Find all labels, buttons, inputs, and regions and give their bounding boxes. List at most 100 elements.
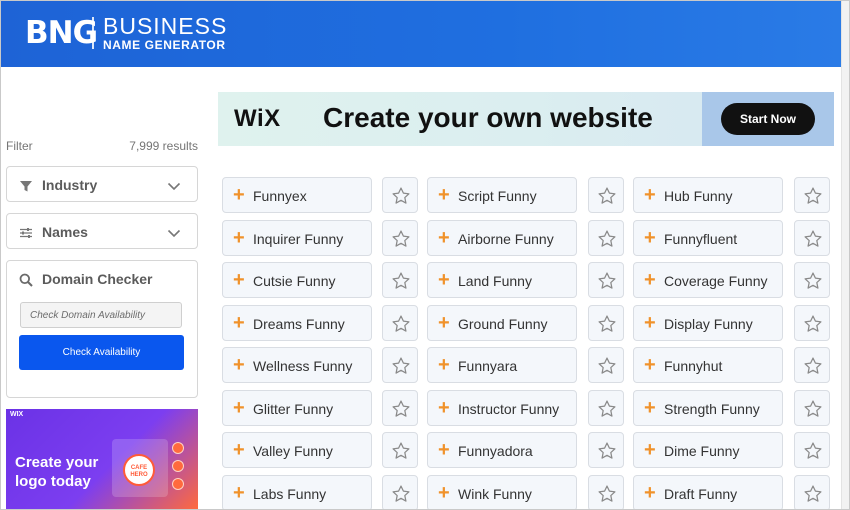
name-suggestion-card[interactable]: + Display Funny xyxy=(633,305,783,341)
name-suggestion-card[interactable]: + Airborne Funny xyxy=(427,220,577,256)
name-suggestion-label: Airborne Funny xyxy=(458,231,554,247)
names-label: Names xyxy=(42,224,88,240)
chevron-down-icon xyxy=(167,229,181,238)
favorite-button[interactable] xyxy=(794,305,830,341)
logo-maker-ad[interactable]: WIX Create your logo today CAFE HERO xyxy=(6,409,198,509)
funnel-icon xyxy=(20,181,32,192)
name-suggestion-label: Dime Funny xyxy=(664,443,740,459)
plus-icon: + xyxy=(644,184,656,206)
favorite-button[interactable] xyxy=(382,432,418,468)
favorite-button[interactable] xyxy=(588,262,624,298)
favorite-button[interactable] xyxy=(794,220,830,256)
filter-label: Filter xyxy=(6,139,33,153)
favorite-button[interactable] xyxy=(382,262,418,298)
name-suggestion-label: Glitter Funny xyxy=(253,401,334,417)
favorite-button[interactable] xyxy=(794,432,830,468)
check-availability-button[interactable]: Check Availability xyxy=(19,335,184,370)
plus-icon: + xyxy=(233,439,245,461)
website-banner-ad[interactable]: WiX Create your own website Start Now xyxy=(218,92,834,146)
names-dropdown[interactable]: Names xyxy=(6,213,198,249)
name-suggestion-card[interactable]: + Script Funny xyxy=(427,177,577,213)
favorite-button[interactable] xyxy=(588,432,624,468)
name-suggestion-card[interactable]: + Ground Funny xyxy=(427,305,577,341)
favorite-button[interactable] xyxy=(588,305,624,341)
plus-icon: + xyxy=(644,227,656,249)
star-icon xyxy=(804,230,822,247)
logo-mark[interactable]: BNG xyxy=(25,15,98,51)
name-suggestion-label: Funnyfluent xyxy=(664,231,738,247)
start-now-button[interactable]: Start Now xyxy=(721,103,815,135)
favorite-button[interactable] xyxy=(794,347,830,383)
name-suggestion-card[interactable]: + Funnyfluent xyxy=(633,220,783,256)
name-suggestion-card[interactable]: + Land Funny xyxy=(427,262,577,298)
plus-icon: + xyxy=(233,184,245,206)
plus-icon: + xyxy=(438,184,450,206)
name-suggestion-card[interactable]: + Inquirer Funny xyxy=(222,220,372,256)
favorite-button[interactable] xyxy=(794,177,830,213)
name-suggestion-card[interactable]: + Strength Funny xyxy=(633,390,783,426)
favorite-button[interactable] xyxy=(794,475,830,509)
app-window: BNG BUSINESS NAME GENERATOR Filter 7,999… xyxy=(0,0,850,510)
name-suggestion-card[interactable]: + Funnyara xyxy=(427,347,577,383)
name-suggestion-label: Instructor Funny xyxy=(458,401,560,417)
cafe-hero-badge: CAFE HERO xyxy=(123,454,155,486)
favorite-button[interactable] xyxy=(794,390,830,426)
name-suggestion-card[interactable]: + Wellness Funny xyxy=(222,347,372,383)
favorite-button[interactable] xyxy=(588,475,624,509)
ad-brand: WIX xyxy=(10,411,24,418)
name-suggestion-card[interactable]: + Dreams Funny xyxy=(222,305,372,341)
star-icon xyxy=(598,315,616,332)
name-suggestion-card[interactable]: + Hub Funny xyxy=(633,177,783,213)
name-suggestion-card[interactable]: + Funnyhut xyxy=(633,347,783,383)
logo-title[interactable]: BUSINESS xyxy=(103,14,227,38)
page-scrollbar[interactable] xyxy=(841,1,849,509)
name-suggestion-card[interactable]: + Funnyadora xyxy=(427,432,577,468)
plus-icon: + xyxy=(644,482,656,504)
ad-dot-icon xyxy=(172,442,184,454)
plus-icon: + xyxy=(644,397,656,419)
name-suggestion-card[interactable]: + Valley Funny xyxy=(222,432,372,468)
badge-line1: CAFE xyxy=(130,465,148,471)
name-suggestion-label: Funnyhut xyxy=(664,358,723,374)
name-suggestion-card[interactable]: + Coverage Funny xyxy=(633,262,783,298)
name-suggestion-card[interactable]: + Labs Funny xyxy=(222,475,372,509)
sliders-icon xyxy=(20,228,32,238)
star-icon xyxy=(392,230,410,247)
industry-dropdown[interactable]: Industry xyxy=(6,166,198,202)
favorite-button[interactable] xyxy=(382,390,418,426)
name-suggestion-label: Draft Funny xyxy=(664,486,738,502)
logo-subtitle[interactable]: NAME GENERATOR xyxy=(103,38,226,52)
plus-icon: + xyxy=(438,439,450,461)
name-suggestion-card[interactable]: + Funnyex xyxy=(222,177,372,213)
site-header: BNG BUSINESS NAME GENERATOR xyxy=(1,1,841,67)
name-suggestion-card[interactable]: + Dime Funny xyxy=(633,432,783,468)
name-suggestion-label: Cutsie Funny xyxy=(253,273,336,289)
name-suggestion-card[interactable]: + Wink Funny xyxy=(427,475,577,509)
favorite-button[interactable] xyxy=(588,220,624,256)
name-suggestion-card[interactable]: + Cutsie Funny xyxy=(222,262,372,298)
favorite-button[interactable] xyxy=(794,262,830,298)
favorite-button[interactable] xyxy=(382,305,418,341)
plus-icon: + xyxy=(644,354,656,376)
favorite-button[interactable] xyxy=(588,390,624,426)
star-icon xyxy=(804,315,822,332)
name-suggestion-label: Ground Funny xyxy=(458,316,548,332)
favorite-button[interactable] xyxy=(382,347,418,383)
star-icon xyxy=(392,315,410,332)
name-suggestion-card[interactable]: + Instructor Funny xyxy=(427,390,577,426)
domain-input[interactable] xyxy=(20,302,182,328)
name-suggestion-card[interactable]: + Draft Funny xyxy=(633,475,783,509)
plus-icon: + xyxy=(438,312,450,334)
plus-icon: + xyxy=(644,439,656,461)
favorite-button[interactable] xyxy=(382,177,418,213)
ad-tagline: Create your logo today xyxy=(15,453,115,491)
favorite-button[interactable] xyxy=(382,220,418,256)
star-icon xyxy=(804,442,822,459)
name-suggestion-card[interactable]: + Glitter Funny xyxy=(222,390,372,426)
favorite-button[interactable] xyxy=(588,347,624,383)
favorite-button[interactable] xyxy=(588,177,624,213)
favorite-button[interactable] xyxy=(382,475,418,509)
name-suggestion-label: Display Funny xyxy=(664,316,753,332)
star-icon xyxy=(598,485,616,502)
domain-checker-panel: Domain Checker Check Availability xyxy=(6,260,198,398)
